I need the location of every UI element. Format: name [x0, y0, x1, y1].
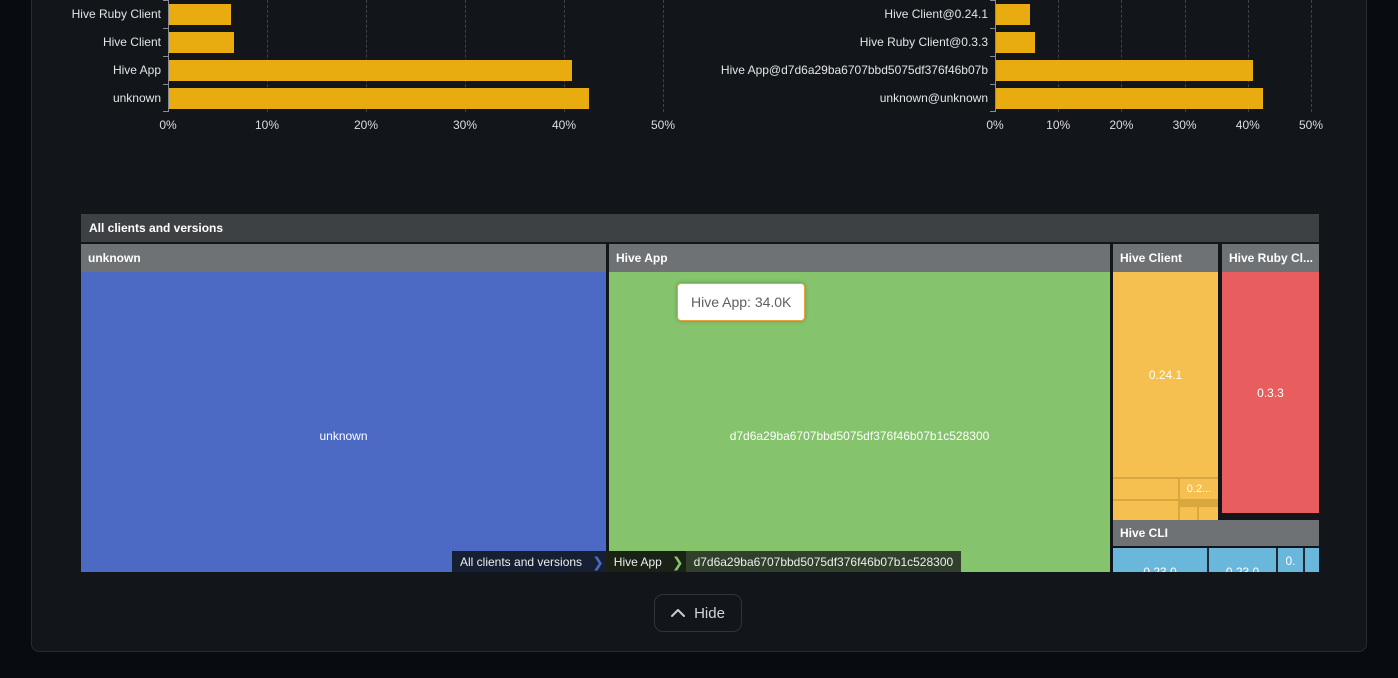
- treemap-block-hive-client-minor[interactable]: [1199, 507, 1218, 520]
- bar-hive-ruby-client-0-3-3[interactable]: [996, 32, 1035, 53]
- treemap-block-hive-client-minor[interactable]: [1113, 479, 1178, 499]
- treemap-section-header-hive-client[interactable]: Hive Client: [1113, 244, 1218, 272]
- treemap-section-header-hive-cli[interactable]: Hive CLI: [1113, 520, 1319, 546]
- treemap-block-label: unknown: [81, 429, 606, 443]
- y-axis-tick: [990, 0, 995, 1]
- hide-button-label: Hide: [694, 605, 725, 622]
- breadcrumb-item-root[interactable]: All clients and versions: [452, 551, 590, 572]
- treemap-block-hive-ruby-033[interactable]: 0.3.3: [1222, 272, 1319, 513]
- y-axis-tick: [990, 111, 995, 112]
- treemap-block-hive-client-02[interactable]: 0.2...: [1180, 479, 1218, 499]
- breadcrumb-item-version-hash[interactable]: d7d6a29ba6707bbd5075df376f46b07b1c528300: [686, 551, 962, 572]
- y-axis-tick: [990, 56, 995, 57]
- treemap-block-hive-cli-0[interactable]: 0.: [1278, 548, 1303, 572]
- x-tick-label: 20%: [1099, 118, 1143, 132]
- category-label: unknown@unknown: [640, 88, 988, 109]
- treemap-block-hive-client-0241[interactable]: 0.24.1: [1113, 272, 1218, 477]
- y-axis-tick: [990, 84, 995, 85]
- treemap-block-label: 0.2...: [1180, 483, 1218, 495]
- treemap-block-label: 0.24.1: [1113, 368, 1218, 382]
- treemap-block-label: 0.23.0: [1113, 565, 1207, 572]
- treemap-block-hive-cli-0230[interactable]: 0.23.0: [1113, 548, 1207, 572]
- category-label: Hive Client@0.24.1: [640, 4, 988, 25]
- chevron-right-icon: ❯: [670, 551, 686, 572]
- treemap-block-label: 0.3.3: [1222, 386, 1319, 400]
- treemap-group-hive-client: 0.24.1 0.2...: [1113, 272, 1218, 520]
- bar-hive-app-d7d6a29ba6707bbd5075df376f46b07b[interactable]: [996, 60, 1253, 81]
- breadcrumb: All clients and versions ❯ Hive App ❯ d7…: [452, 551, 961, 572]
- tooltip: Hive App: 34.0K: [677, 283, 805, 321]
- treemap-block-hive-cli-minor[interactable]: [1305, 548, 1319, 572]
- category-label: Hive App@d7d6a29ba6707bbd5075df376f46b07…: [640, 60, 988, 81]
- x-tick-label: 0%: [973, 118, 1017, 132]
- treemap-block-hive-client-minor[interactable]: [1113, 501, 1178, 520]
- treemap-block-label: 0.: [1278, 554, 1303, 568]
- clients-treemap: All clients and versions unknown unknown…: [81, 214, 1319, 572]
- treemap-section-header-unknown[interactable]: unknown: [81, 244, 606, 272]
- chevron-up-icon: [671, 609, 685, 617]
- treemap-section-header-hive-ruby-client[interactable]: Hive Ruby Cl...: [1222, 244, 1319, 272]
- category-label: Hive Ruby Client@0.3.3: [640, 32, 988, 53]
- treemap-block-label: 0.23.0: [1209, 565, 1276, 572]
- treemap-block-label: d7d6a29ba6707bbd5075df376f46b07b1c528300: [609, 429, 1110, 443]
- treemap-section-header-hive-app[interactable]: Hive App: [609, 244, 1110, 272]
- x-tick-label: 10%: [1036, 118, 1080, 132]
- bar-unknown-unknown[interactable]: [996, 88, 1263, 109]
- x-tick-label: 30%: [1163, 118, 1207, 132]
- treemap-block-hive-client-minor[interactable]: [1180, 507, 1197, 520]
- treemap-block-hive-cli-0230b[interactable]: 0.23.0: [1209, 548, 1276, 572]
- treemap-block-unknown[interactable]: unknown: [81, 272, 606, 572]
- treemap-group-hive-cli: 0.23.0 0.23.0 0.: [1113, 548, 1319, 572]
- grid-line: [1311, 0, 1312, 112]
- treemap-root-header[interactable]: All clients and versions: [81, 214, 1319, 242]
- breadcrumb-item-hive-app[interactable]: Hive App: [606, 551, 670, 572]
- bar-hive-client-0-24-1[interactable]: [996, 4, 1030, 25]
- client-versions-bar-chart: 0% 10% 20% 30% 40% 50% Hive Client@0.24.1 Hive …: [0, 0, 1398, 140]
- chevron-right-icon: ❯: [590, 551, 606, 572]
- x-tick-label: 40%: [1226, 118, 1270, 132]
- hide-button[interactable]: Hide: [654, 594, 742, 632]
- x-tick-label: 50%: [1289, 118, 1333, 132]
- y-axis-tick: [990, 28, 995, 29]
